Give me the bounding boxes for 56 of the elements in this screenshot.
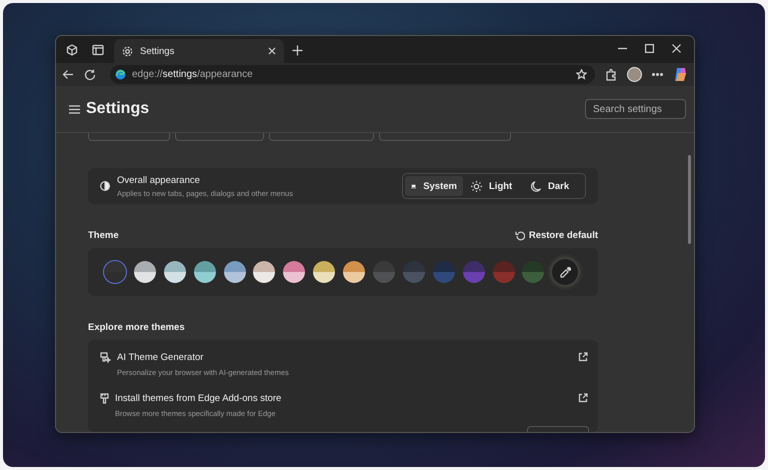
external-link-icon — [578, 352, 588, 362]
scrollbar-thumb[interactable] — [688, 155, 691, 244]
close-icon[interactable] — [268, 47, 276, 55]
theme-swatch[interactable] — [373, 261, 396, 284]
more-icon[interactable] — [652, 73, 663, 76]
browser-tab[interactable]: Settings — [114, 39, 284, 63]
row-title: AI Theme Generator — [117, 352, 204, 363]
star-icon[interactable] — [576, 69, 587, 80]
theme-swatch[interactable] — [224, 261, 246, 284]
external-link-icon — [578, 393, 588, 403]
brush-sparkle-icon — [100, 352, 111, 363]
section-title: Theme — [88, 230, 119, 242]
menu-icon[interactable] — [69, 104, 80, 114]
eyedropper-icon — [560, 266, 571, 278]
restore-default-button[interactable]: Restore default — [514, 230, 598, 242]
theme-swatch[interactable] — [164, 261, 186, 284]
refresh-icon[interactable] — [84, 68, 96, 80]
close-icon[interactable] — [672, 44, 681, 53]
profile-avatar[interactable] — [627, 67, 642, 82]
browser-logo-icon — [115, 69, 126, 80]
back-icon[interactable] — [62, 69, 74, 80]
appearance-option[interactable]: System — [405, 176, 463, 196]
theme-swatch[interactable] — [402, 261, 425, 284]
theme-swatch[interactable] — [313, 261, 336, 284]
custom-color-button[interactable] — [552, 259, 578, 286]
url-text: edge://settings/appearance — [132, 69, 254, 80]
section-title: Explore more themes — [88, 322, 185, 333]
appearance-option[interactable]: Dark — [525, 176, 583, 196]
search-field[interactable]: Search settings — [585, 99, 686, 119]
sun-icon — [471, 180, 482, 192]
undo-icon — [514, 230, 525, 241]
tab-title: Settings — [140, 46, 176, 56]
moon-icon — [531, 180, 541, 192]
theme-swatch[interactable] — [522, 261, 544, 284]
theme-swatch[interactable] — [462, 261, 485, 284]
theme-swatch[interactable] — [343, 261, 366, 284]
brush-icon — [100, 393, 109, 404]
vertical-tabs-icon[interactable] — [92, 44, 104, 56]
row-title: Install themes from Edge Add-ons store — [115, 393, 282, 404]
theme-swatch[interactable] — [134, 261, 156, 284]
theme-swatch[interactable] — [492, 261, 515, 284]
new-tab-icon[interactable] — [292, 45, 303, 56]
theme-swatch[interactable] — [104, 261, 126, 284]
appearance-option[interactable]: Light — [465, 176, 523, 196]
copilot-icon[interactable] — [673, 67, 688, 82]
theme-swatch[interactable] — [253, 261, 276, 284]
theme-swatch[interactable] — [432, 261, 455, 284]
gear-icon — [122, 46, 133, 56]
maximize-icon[interactable] — [645, 44, 654, 53]
page-title: Settings — [86, 100, 150, 118]
contrast-icon — [100, 181, 110, 192]
setting-title: Overall appearance — [117, 174, 201, 186]
theme-swatch[interactable] — [283, 261, 306, 284]
address-field[interactable]: edge://settings/appearance — [110, 65, 595, 84]
theme-swatch[interactable] — [194, 261, 216, 284]
puzzle-icon[interactable] — [605, 68, 617, 80]
